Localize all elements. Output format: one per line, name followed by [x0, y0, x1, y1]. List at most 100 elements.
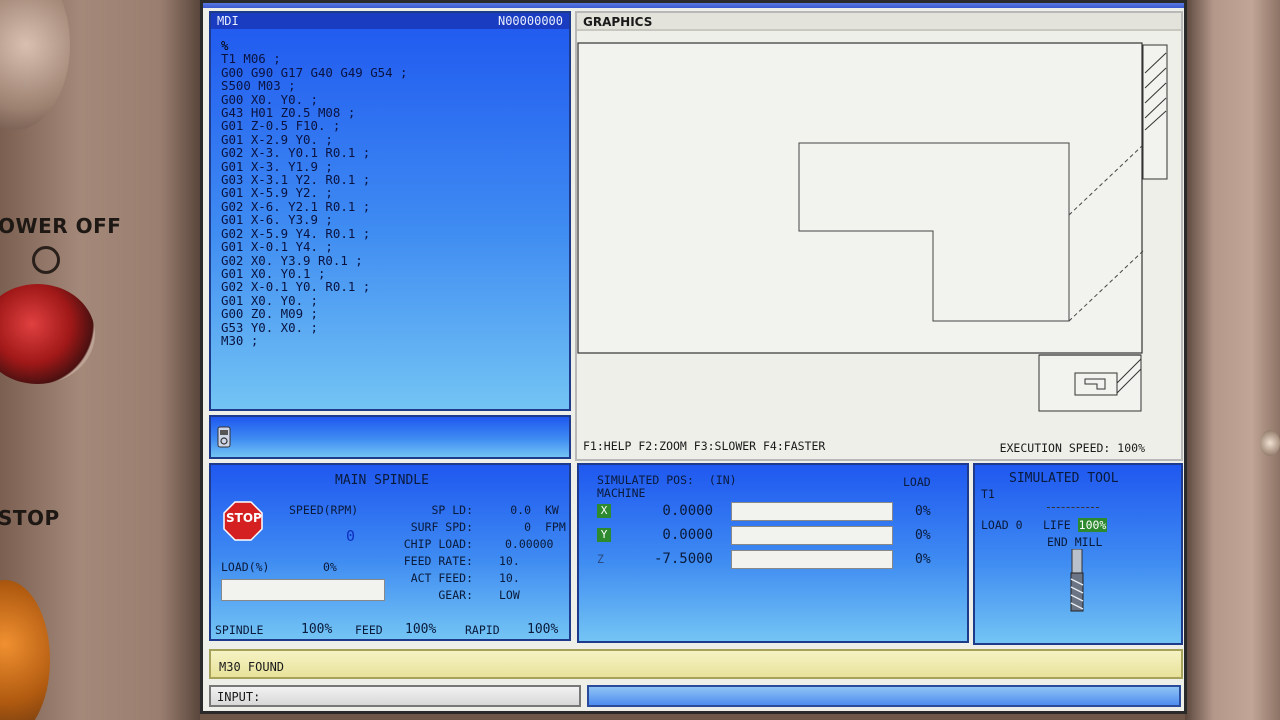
override-value[interactable]: 100% — [301, 622, 332, 637]
position-title-text: SIMULATED POS: — [597, 473, 694, 487]
code-line[interactable]: G02 X0. Y3.9 R0.1 ; — [221, 253, 563, 267]
spindle-stat-value: LOW — [499, 588, 520, 602]
machine-knob-orange[interactable] — [0, 580, 50, 720]
status-bar — [587, 685, 1181, 707]
code-line[interactable]: S500 M03 ; — [221, 79, 563, 93]
code-line[interactable]: G00 Z0. M09 ; — [221, 307, 563, 321]
function-key-help: F1:HELP F2:ZOOM F3:SLOWER F4:FASTER — [583, 439, 826, 453]
code-line[interactable]: G03 X-3.1 Y2. R0.1 ; — [221, 173, 563, 187]
spindle-stat-label: SURF SPD: — [410, 520, 473, 534]
override-label: SPINDLE — [215, 623, 264, 637]
power-off-button[interactable] — [0, 284, 95, 384]
z-side-view — [1142, 44, 1168, 180]
override-label: RAPID — [465, 623, 500, 637]
code-line[interactable]: G01 X0. Y0.1 ; — [221, 266, 563, 280]
tool-id: T1 — [981, 487, 995, 501]
mdi-program-panel[interactable]: MDI N00000000 % T1 M06 ; G00 G90 G17 G40 G… — [209, 11, 571, 411]
tool-title: SIMULATED TOOL — [1009, 471, 1119, 486]
axis-name: Z — [597, 552, 604, 566]
program-code-list[interactable]: % T1 M06 ; G00 G90 G17 G40 G49 G54 ; S500 M… — [221, 39, 563, 348]
overview-map — [1038, 354, 1142, 412]
execution-speed-value: 100% — [1117, 441, 1145, 455]
graphics-panel[interactable]: GRAPHICS F1:HELP F2:ZOOM F3:SLOWER F4:FA… — [575, 11, 1183, 461]
mdi-aux-panel — [209, 415, 571, 459]
tool-divider — [1047, 507, 1099, 508]
spindle-title: MAIN SPINDLE — [335, 473, 429, 488]
code-line[interactable]: G01 X-6. Y3.9 ; — [221, 213, 563, 227]
spindle-stat-label: CHIP LOAD: — [403, 537, 473, 551]
mdi-title-bar: MDI N00000000 — [211, 13, 569, 29]
spindle-load-bar — [221, 579, 385, 601]
code-line[interactable]: T1 M06 ; — [221, 52, 563, 66]
axis-load-value: 0% — [915, 552, 931, 567]
code-line[interactable]: G02 X-5.9 Y4. R0.1 ; — [221, 226, 563, 240]
position-mode: MACHINE — [597, 486, 646, 500]
tool-load-value: 0 — [1015, 518, 1023, 532]
spindle-stat-label: SP LD: — [431, 503, 473, 517]
position-title: SIMULATED POS: (IN) — [597, 473, 737, 487]
axis-name: Y — [597, 528, 611, 542]
code-line[interactable]: G00 X0. Y0. ; — [221, 92, 563, 106]
axis-load-value: 0% — [915, 528, 931, 543]
spindle-stat-value: 10. — [499, 554, 520, 568]
stop-sign-label: STOP — [226, 511, 262, 525]
code-line[interactable]: G53 Y0. X0. ; — [221, 320, 563, 334]
code-line[interactable]: % — [221, 39, 563, 53]
code-line[interactable]: G01 X-0.1 Y4. ; — [221, 240, 563, 254]
screen-top-strip — [203, 3, 1184, 8]
tool-life-label: LIFE — [1043, 518, 1071, 532]
code-line[interactable]: G02 X-3. Y0.1 R0.1 ; — [221, 146, 563, 160]
spindle-stat-label: FEED RATE: — [403, 554, 473, 568]
tool-life-value: 100% — [1077, 518, 1108, 532]
position-units: (IN) — [708, 473, 737, 487]
code-line[interactable]: G01 X0. Y0. ; — [221, 293, 563, 307]
code-line[interactable]: G01 X-5.9 Y2. ; — [221, 186, 563, 200]
simulated-tool-panel: SIMULATED TOOL T1 LOAD 0 LIFE 100% END M… — [973, 463, 1183, 645]
axis-load-bar — [731, 502, 893, 521]
cnc-screen: MDI N00000000 % T1 M06 ; G00 G90 G17 G40 G… — [200, 0, 1187, 714]
spindle-load-label: LOAD(%) — [221, 560, 270, 574]
load-header: LOAD — [903, 475, 931, 489]
spindle-speed-value: 0 — [346, 527, 356, 545]
program-number: N00000000 — [497, 14, 563, 28]
tool-load: LOAD 0 — [981, 518, 1023, 532]
execution-speed: EXECUTION SPEED: 100% — [1000, 441, 1145, 455]
spindle-stat-value: 0.0 — [510, 503, 531, 517]
axis-load-bar — [731, 526, 893, 545]
status-message: M30 FOUND — [209, 649, 1183, 679]
tool-type: END MILL — [1047, 535, 1103, 549]
spindle-stat-label: GEAR: — [438, 588, 473, 602]
spindle-stat-unit: KW — [545, 503, 559, 517]
toolpath-frame — [577, 42, 1143, 354]
code-line[interactable]: G02 X-6. Y2.1 R0.1 ; — [221, 199, 563, 213]
code-line[interactable]: G00 G90 G17 G40 G49 G54 ; — [221, 65, 563, 79]
axis-load-value: 0% — [915, 504, 931, 519]
spindle-speed-label: SPEED(RPM) — [289, 503, 359, 517]
axis-position-value: 0.0000 — [662, 527, 713, 543]
simulated-position-panel: SIMULATED POS: (IN) MACHINE LOAD X 0.0000… — [577, 463, 969, 643]
spindle-stat-label: ACT FEED: — [410, 571, 473, 585]
tool-load-label: LOAD — [981, 518, 1009, 532]
machine-bezel-right — [1185, 0, 1280, 720]
override-label: FEED — [355, 623, 383, 637]
axis-load-bar — [731, 550, 893, 569]
override-value[interactable]: 100% — [405, 622, 436, 637]
override-value[interactable]: 100% — [527, 622, 558, 637]
tool-life: LIFE 100% — [1043, 518, 1108, 532]
axis-position-value: 0.0000 — [662, 503, 713, 519]
spindle-stat-value: 10. — [499, 571, 520, 585]
coolant-icon — [217, 426, 231, 448]
input-field[interactable]: INPUT: — [209, 685, 581, 707]
code-line[interactable]: G01 X-3. Y1.9 ; — [221, 159, 563, 173]
axis-position-value: -7.5000 — [653, 551, 713, 567]
machine-knob[interactable] — [0, 0, 70, 130]
code-line[interactable]: G01 X-2.9 Y0. ; — [221, 132, 563, 146]
graphics-title: GRAPHICS — [577, 13, 1181, 31]
code-line[interactable]: M30 ; — [221, 334, 563, 348]
code-line[interactable]: G43 H01 Z0.5 M08 ; — [221, 106, 563, 120]
code-line[interactable]: G01 Z-0.5 F10. ; — [221, 119, 563, 133]
code-line[interactable]: G02 X-0.1 Y0. R0.1 ; — [221, 280, 563, 294]
spindle-stat-value: 0.00000 — [505, 537, 554, 551]
toolpath-view[interactable] — [577, 33, 1181, 433]
axis-name: X — [597, 504, 611, 518]
